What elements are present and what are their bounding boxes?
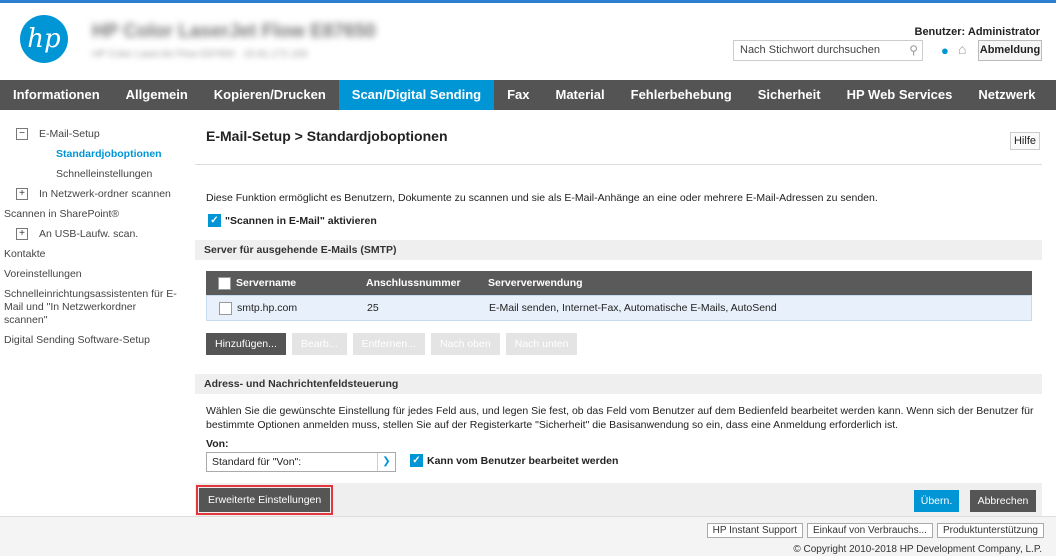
advanced-settings-button[interactable]: Erweiterte Einstellungen [195,485,334,515]
search-placeholder: Nach Stichwort durchsuchen [740,44,881,56]
move-down-button: Nach unten [505,333,578,355]
column-label: Servername [236,277,297,289]
sidebar-item-email-setup[interactable]: − E-Mail-Setup [4,128,180,141]
device-name: HP Color LaserJet Flow E87650 [92,21,376,42]
select-all-checkbox[interactable] [218,276,231,290]
address-section-header: Adress- und Nachrichtenfeldsteuerung [195,374,1042,394]
divider [195,164,1042,165]
footer-links: HP Instant Support Einkauf von Verbrauch… [706,523,1044,538]
sidebar-item-wizard[interactable]: Schnelleinrichtungsassistenten für E-Mai… [4,288,180,327]
enable-label: "Scannen in E-Mail" aktivieren [225,214,377,227]
row-checkbox[interactable] [219,301,232,315]
sidebar-item-usb[interactable]: + An USB-Laufw. scan. [4,228,180,241]
tab-hp-web-services[interactable]: HP Web Services [834,80,966,110]
hp-logo: hp [20,15,68,63]
collapse-icon[interactable]: − [16,128,28,140]
main-content: E-Mail-Setup > Standardjoboptionen Hilfe… [180,110,1056,516]
home-icon[interactable]: ⌂ [958,41,966,57]
sidebar-item-label: In Netzwerk-ordner scannen [39,188,171,200]
sidebar-item-contacts[interactable]: Kontakte [4,248,180,261]
description-text: Diese Funktion ermöglicht es Benutzern, … [206,192,878,204]
tab-fehlerbehebung[interactable]: Fehlerbehebung [618,80,745,110]
tab-allgemein[interactable]: Allgemein [113,80,201,110]
header: hp HP Color LaserJet Flow E87650 HP Colo… [0,0,1056,80]
sidebar-item-default-job-options[interactable]: Standardjoboptionen [4,148,180,161]
tab-informationen[interactable]: Informationen [0,80,113,110]
table-actions: Hinzufügen... Bearb... Entfernen... Nach… [206,333,578,355]
von-label: Von: [206,438,229,450]
enable-checkbox[interactable]: ✓ [208,214,221,227]
page-footer: HP Instant Support Einkauf von Verbrauch… [0,516,1056,556]
search-icon[interactable]: ⚲ [909,43,918,57]
sidebar-item-label: An USB-Laufw. scan. [39,228,139,240]
col-usage: Serververwendung [488,277,583,289]
expand-icon[interactable]: + [16,228,28,240]
sidebar-item-dss[interactable]: Digital Sending Software-Setup [4,334,180,347]
edit-button: Bearb... [291,333,347,355]
tab-material[interactable]: Material [542,80,617,110]
copyright: © Copyright 2010-2018 HP Development Com… [793,544,1042,555]
smtp-server-table: Servername Anschlussnummer Serververwend… [206,271,1032,321]
enable-scan-to-email-row[interactable]: ✓ "Scannen in E-Mail" aktivieren [208,214,377,227]
sidebar: − E-Mail-Setup Standardjoboptionen Schne… [0,110,180,516]
table-row[interactable]: smtp.hp.com 25 E-Mail senden, Internet-F… [206,295,1032,321]
main-nav: Informationen Allgemein Kopieren/Drucken… [0,80,1056,110]
sidebar-item-label: E-Mail-Setup [39,128,100,140]
col-servername: Servername [206,276,366,290]
user-editable-label: Kann vom Benutzer bearbeitet werden [427,454,619,467]
von-select-value: Standard für "Von": [212,456,302,468]
tab-fax[interactable]: Fax [494,80,542,110]
sidebar-item-sharepoint[interactable]: Scannen in SharePoint® [4,208,180,221]
product-support-link[interactable]: Produktunterstützung [936,523,1044,538]
user-label: Benutzer: Administrator [914,26,1041,38]
smtp-section-header: Server für ausgehende E-Mails (SMTP) [195,240,1042,260]
hp-instant-support-link[interactable]: HP Instant Support [706,523,803,538]
server-name: smtp.hp.com [237,302,298,314]
sidebar-item-network-folder[interactable]: + In Netzwerk-ordner scannen [4,188,180,201]
help-button[interactable]: Hilfe [1010,132,1040,150]
remove-button: Entfernen... [352,333,425,355]
cell-port: 25 [367,302,379,314]
help-bubble-icon[interactable]: ● [941,43,949,58]
tab-netzwerk[interactable]: Netzwerk [965,80,1048,110]
tab-sicherheit[interactable]: Sicherheit [745,80,834,110]
cell-servername: smtp.hp.com [207,301,367,315]
logout-button[interactable]: Abmeldung [978,40,1042,61]
add-button[interactable]: Hinzufügen... [206,333,286,355]
apply-button[interactable]: Übern. [914,490,959,512]
move-up-button: Nach oben [430,333,500,355]
user-editable-checkbox[interactable]: ✓ [410,454,423,467]
search-input[interactable]: Nach Stichwort durchsuchen ⚲ [733,40,923,61]
supplies-link[interactable]: Einkauf von Verbrauchs... [806,523,933,538]
sidebar-item-quick-settings[interactable]: Schnelleinstellungen [4,168,180,181]
address-description: Wählen Sie die gewünschte Einstellung fü… [206,405,1034,431]
tab-kopieren-drucken[interactable]: Kopieren/Drucken [201,80,339,110]
page-title: E-Mail-Setup > Standardjoboptionen [206,128,448,144]
cell-usage: E-Mail senden, Internet-Fax, Automatisch… [489,302,777,314]
cancel-button[interactable]: Abbrechen [970,490,1036,512]
expand-icon[interactable]: + [16,188,28,200]
tab-scan-digital-sending[interactable]: Scan/Digital Sending [338,80,495,110]
sidebar-item-preferences[interactable]: Voreinstellungen [4,268,180,281]
von-select[interactable]: Standard für "Von": ❯ [206,452,396,472]
chevron-down-icon[interactable]: ❯ [377,453,395,471]
device-subtitle: HP Color LaserJet Flow E87650 · 15.81.17… [92,49,308,60]
user-editable-row[interactable]: ✓ Kann vom Benutzer bearbeitet werden [410,454,618,467]
table-header: Servername Anschlussnummer Serververwend… [206,271,1032,295]
col-port: Anschlussnummer [366,277,461,289]
